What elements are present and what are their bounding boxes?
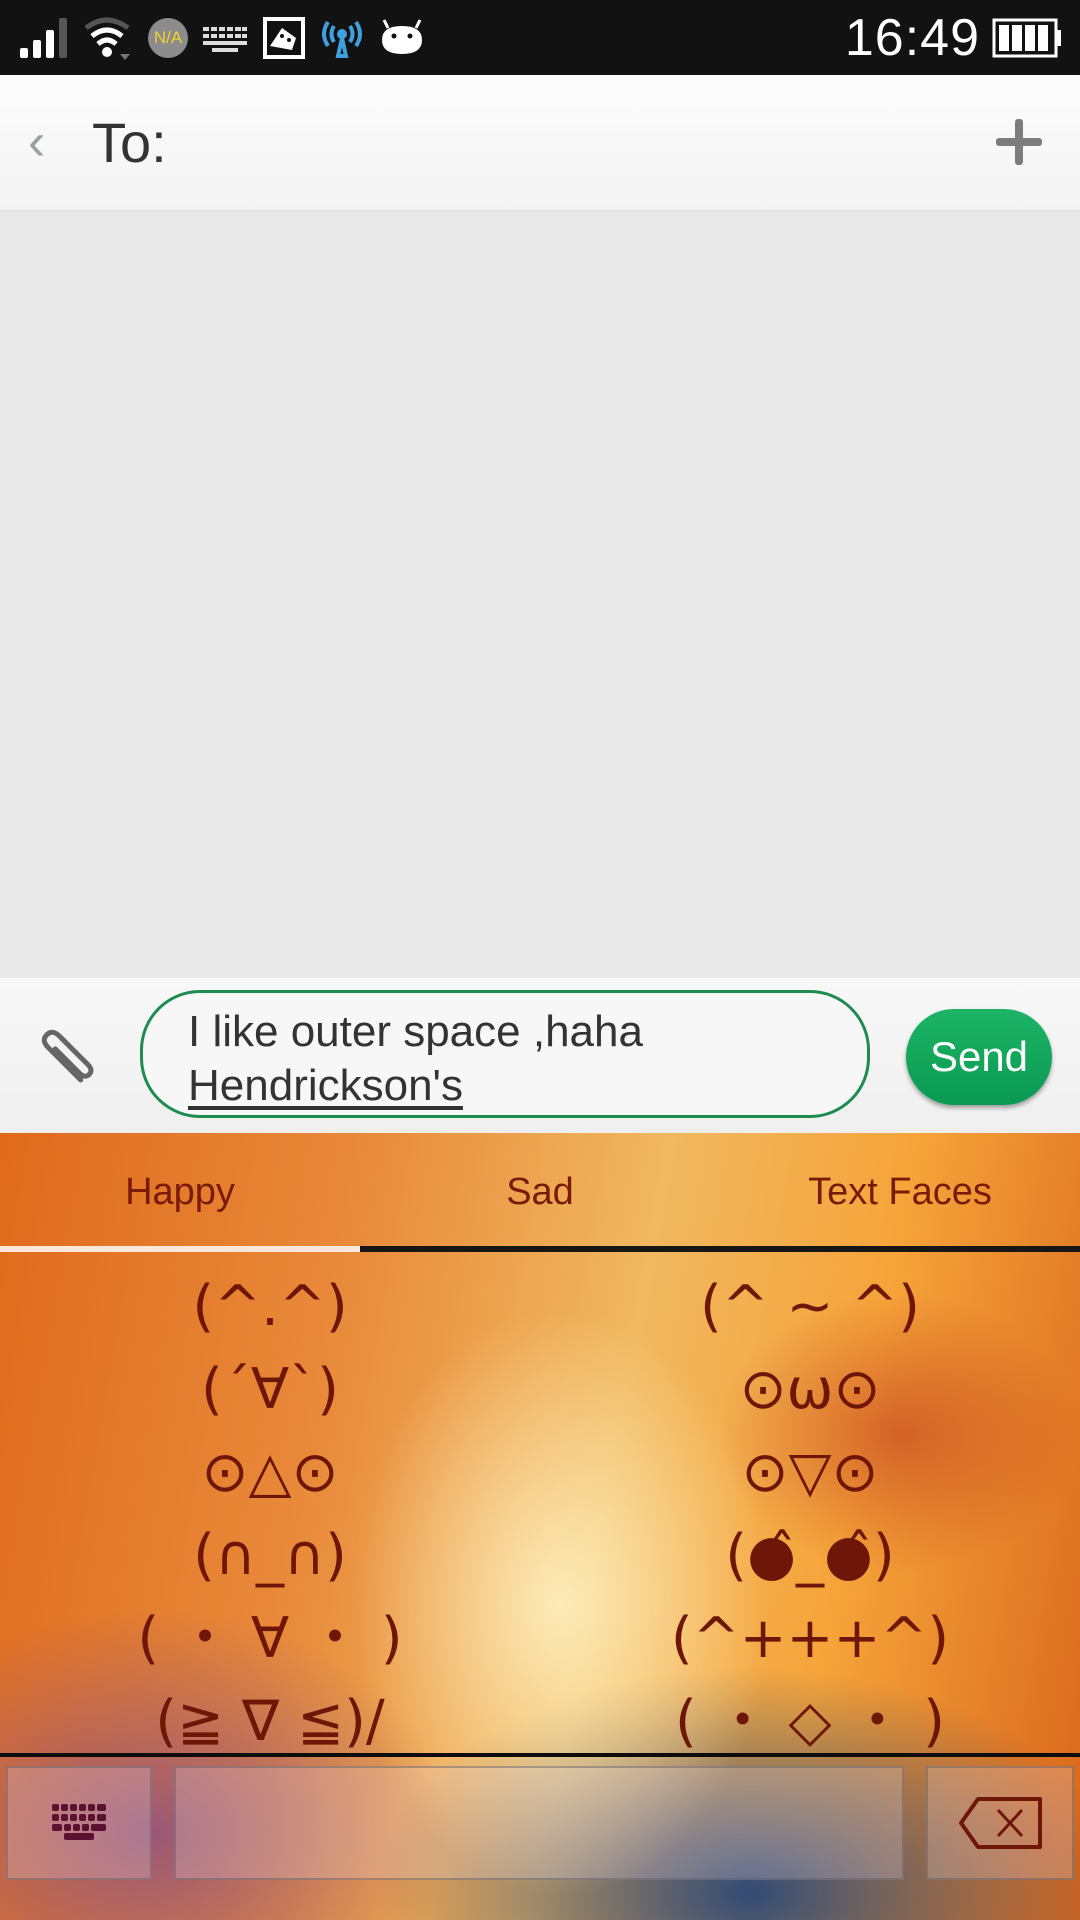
status-icons: N/A — [18, 14, 426, 62]
add-recipient-button[interactable] — [994, 117, 1044, 167]
conversation-area — [0, 212, 1080, 978]
emoticon-tabs: Happy Sad Text Faces — [0, 1133, 1080, 1252]
emoticon-column-right: (^ ~ ^) ⊙ω⊙ ⊙▽⊙ (●̂_●̂) (^+++^) ( ・ ◇ ・ … — [540, 1265, 1080, 1763]
send-button[interactable]: Send — [906, 1009, 1052, 1105]
emoticon-item[interactable]: (^ ~ ^) — [540, 1265, 1080, 1348]
message-text-line1: I like outer space ,haha — [188, 1007, 643, 1056]
tab-happy[interactable]: Happy — [0, 1133, 360, 1251]
emoticon-keyboard: Happy Sad Text Faces (^.^) (´∀`) ⊙△⊙ (∩_… — [0, 1133, 1080, 1920]
keyboard-divider — [0, 1753, 1080, 1757]
message-input[interactable]: I like outer space ,haha Hendrickson's — [140, 990, 870, 1118]
recipient-header: ‹ To: — [0, 75, 1080, 212]
emoticon-item[interactable]: ( ・ ∀ ・ ) — [0, 1597, 540, 1680]
emoticon-column-left: (^.^) (´∀`) ⊙△⊙ (∩_∩) ( ・ ∀ ・ ) (≧ ∇ ≦)/ — [0, 1265, 540, 1763]
delete-button[interactable] — [926, 1766, 1074, 1880]
tab-text-faces[interactable]: Text Faces — [720, 1133, 1080, 1251]
space-button[interactable] — [174, 1766, 904, 1880]
android-icon — [382, 19, 422, 54]
emoticon-item[interactable]: ⊙▽⊙ — [540, 1431, 1080, 1514]
to-label[interactable]: To: — [92, 111, 167, 175]
tab-divider — [360, 1246, 1080, 1252]
message-text-line2: Hendrickson's — [188, 1061, 463, 1110]
active-tab-indicator — [0, 1246, 360, 1252]
wifi-icon — [84, 17, 130, 60]
emoticon-item[interactable]: (^+++^) — [540, 1597, 1080, 1680]
battery-icon — [992, 18, 1061, 58]
backspace-icon — [959, 1797, 1042, 1849]
emoticon-item[interactable]: (●̂_●̂) — [540, 1514, 1080, 1597]
clock: 16:49 — [844, 9, 980, 67]
emoticon-item[interactable]: (∩_∩) — [0, 1514, 540, 1597]
emoticon-item[interactable]: (´∀`) — [0, 1348, 540, 1431]
keyboard-icon — [203, 27, 247, 52]
paperclip-icon — [41, 1029, 94, 1083]
emoticon-item[interactable]: ( ・ ◇ ・ ) — [540, 1680, 1080, 1763]
emoticon-item[interactable]: (≧ ∇ ≦)/ — [0, 1680, 540, 1763]
status-bar: N/A 16:49 — [0, 0, 1080, 75]
back-button[interactable]: ‹ — [28, 116, 68, 168]
keyboard-icon — [52, 1804, 106, 1840]
compose-bar: I like outer space ,haha Hendrickson's S… — [0, 978, 1080, 1133]
emoticon-item[interactable]: ⊙△⊙ — [0, 1431, 540, 1514]
hotspot-icon — [322, 20, 362, 58]
tab-sad[interactable]: Sad — [360, 1133, 720, 1251]
emoticon-item[interactable]: ⊙ω⊙ — [540, 1348, 1080, 1431]
na-badge-icon: N/A — [148, 18, 188, 58]
android-screenshot-icon — [263, 17, 305, 59]
signal-icon — [20, 18, 67, 58]
switch-keyboard-button[interactable] — [6, 1766, 152, 1880]
emoticon-item[interactable]: (^.^) — [0, 1265, 540, 1348]
attachment-button[interactable] — [32, 1020, 104, 1092]
